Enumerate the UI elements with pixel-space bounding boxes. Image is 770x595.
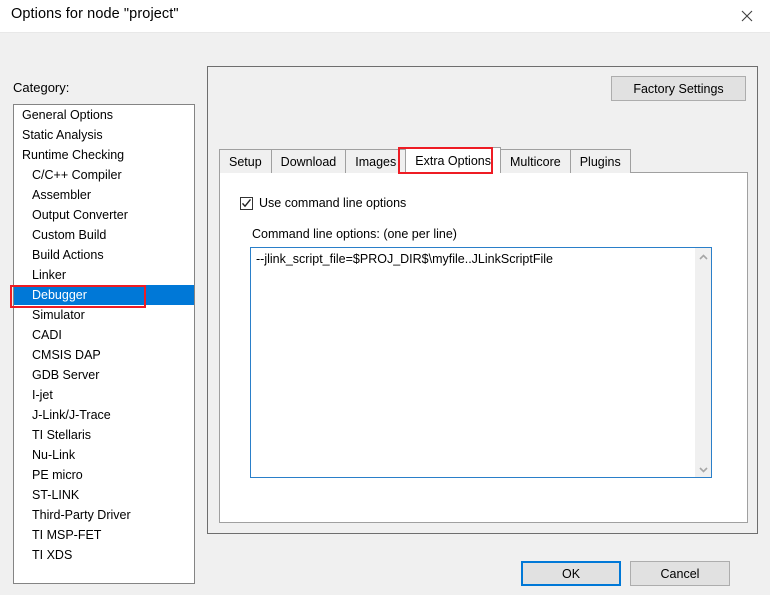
sidebar-item-nu-link[interactable]: Nu-Link: [14, 445, 194, 465]
tab-panel-extra-options: Use command line options Command line op…: [219, 172, 748, 523]
sidebar-item-assembler[interactable]: Assembler: [14, 185, 194, 205]
sidebar-item-jlink-jtrace[interactable]: J-Link/J-Trace: [14, 405, 194, 425]
scroll-up-button[interactable]: [695, 248, 711, 265]
use-command-line-options-checkbox-row[interactable]: Use command line options: [240, 196, 406, 210]
command-line-options-value: --jlink_script_file=$PROJ_DIR$\myfile..J…: [256, 252, 553, 266]
sidebar-item-output-converter[interactable]: Output Converter: [14, 205, 194, 225]
sidebar-item-ti-msp-fet[interactable]: TI MSP-FET: [14, 525, 194, 545]
category-list[interactable]: General Options Static Analysis Runtime …: [13, 104, 195, 584]
tab-plugins[interactable]: Plugins: [569, 149, 631, 173]
sidebar-item-cmsis-dap[interactable]: CMSIS DAP: [14, 345, 194, 365]
use-command-line-options-label: Use command line options: [259, 196, 407, 210]
title-bar: Options for node "project": [0, 0, 770, 33]
textarea-vertical-scrollbar[interactable]: [694, 248, 711, 477]
category-label: Category:: [13, 80, 70, 95]
tab-multicore[interactable]: Multicore: [500, 149, 571, 173]
sidebar-item-st-link[interactable]: ST-LINK: [14, 485, 194, 505]
sidebar-item-static-analysis[interactable]: Static Analysis: [14, 125, 194, 145]
sidebar-item-ti-stellaris[interactable]: TI Stellaris: [14, 425, 194, 445]
tab-download[interactable]: Download: [270, 149, 347, 173]
factory-settings-button[interactable]: Factory Settings: [611, 76, 746, 101]
scroll-down-button[interactable]: [695, 460, 711, 477]
sidebar-item-i-jet[interactable]: I-jet: [14, 385, 194, 405]
sidebar-item-third-party-driver[interactable]: Third-Party Driver: [14, 505, 194, 525]
sidebar-item-custom-build[interactable]: Custom Build: [14, 225, 194, 245]
tab-images[interactable]: Images: [345, 149, 407, 173]
sidebar-item-c-cpp-compiler[interactable]: C/C++ Compiler: [14, 165, 194, 185]
options-panel: Factory Settings Setup Download Images E…: [207, 66, 758, 534]
command-line-options-textarea[interactable]: --jlink_script_file=$PROJ_DIR$\myfile..J…: [250, 247, 712, 478]
command-line-options-caption: Command line options: (one per line): [252, 227, 457, 241]
tab-setup[interactable]: Setup: [219, 149, 272, 173]
sidebar-item-gdb-server[interactable]: GDB Server: [14, 365, 194, 385]
checkbox-checked-icon[interactable]: [240, 196, 253, 210]
sidebar-item-build-actions[interactable]: Build Actions: [14, 245, 194, 265]
tab-extra-options[interactable]: Extra Options: [405, 147, 501, 173]
sidebar-item-debugger[interactable]: Debugger: [14, 285, 194, 305]
chevron-up-icon: [699, 250, 708, 264]
close-button[interactable]: [724, 0, 770, 31]
chevron-down-icon: [699, 462, 708, 476]
sidebar-item-ti-xds[interactable]: TI XDS: [14, 545, 194, 565]
close-icon: [741, 10, 753, 22]
sidebar-item-simulator[interactable]: Simulator: [14, 305, 194, 325]
ok-button[interactable]: OK: [521, 561, 621, 586]
sidebar-item-cadi[interactable]: CADI: [14, 325, 194, 345]
sidebar-item-general-options[interactable]: General Options: [14, 105, 194, 125]
sidebar-item-linker[interactable]: Linker: [14, 265, 194, 285]
sidebar-item-runtime-checking[interactable]: Runtime Checking: [14, 145, 194, 165]
window-title: Options for node "project": [11, 6, 179, 22]
tab-strip: Setup Download Images Extra Options Mult…: [219, 147, 631, 173]
cancel-button[interactable]: Cancel: [630, 561, 730, 586]
sidebar-item-pe-micro[interactable]: PE micro: [14, 465, 194, 485]
